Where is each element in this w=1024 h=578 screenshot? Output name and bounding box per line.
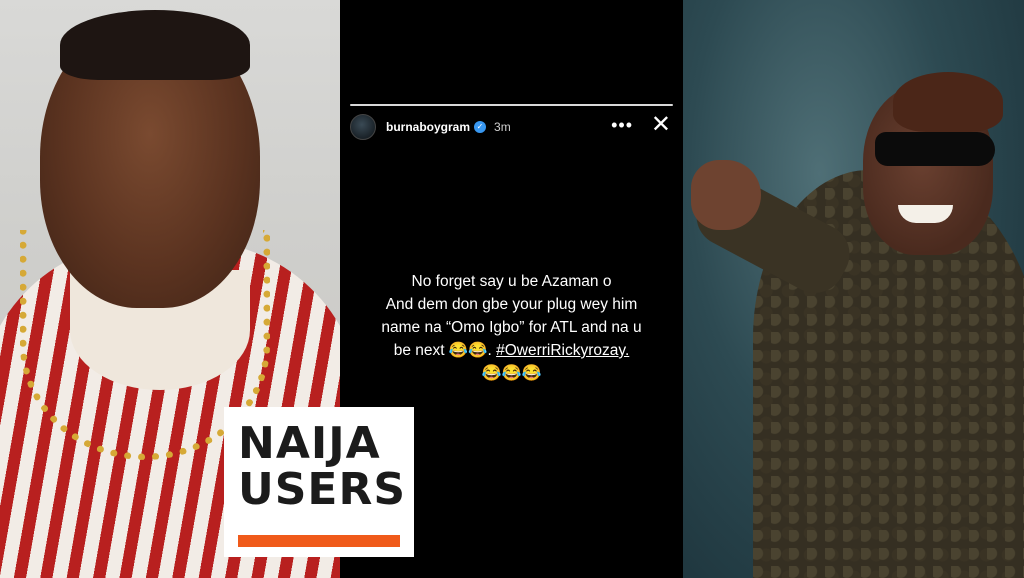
logo-line-2: USERS bbox=[238, 464, 407, 515]
story-time: 3m bbox=[494, 120, 511, 134]
avatar[interactable] bbox=[350, 114, 376, 140]
caption-line: No forget say u be Azaman o bbox=[411, 273, 612, 290]
caption-line: And dem don gbe your plug wey him bbox=[385, 296, 638, 313]
story-progress-bar bbox=[350, 104, 673, 106]
more-horizontal-icon[interactable]: ••• bbox=[611, 115, 633, 136]
hashtag-link[interactable]: #OwerriRickyrozay. bbox=[496, 342, 629, 359]
sunglasses bbox=[875, 132, 995, 166]
caption-line: be next 😂😂. #OwerriRickyrozay. bbox=[360, 339, 663, 362]
naija-users-logo: NAIJA USERS bbox=[224, 407, 414, 557]
close-icon[interactable]: ✕ bbox=[651, 112, 671, 138]
right-photo bbox=[683, 0, 1024, 578]
performer-hair bbox=[893, 72, 1003, 132]
man-hair bbox=[60, 10, 250, 80]
story-caption: No forget say u be Azaman o And dem don … bbox=[360, 270, 663, 385]
logo-line-1: NAIJA bbox=[238, 418, 381, 469]
logo-accent-bar bbox=[238, 535, 400, 547]
caption-line: name na “Omo Igbo” for ATL and na u bbox=[381, 319, 642, 336]
caption-text: be next 😂😂. bbox=[393, 342, 497, 359]
pointing-hand bbox=[691, 160, 761, 230]
caption-emojis: 😂😂😂 bbox=[481, 365, 542, 382]
story-header: burnaboygram ✓ 3m ••• ✕ bbox=[350, 112, 673, 142]
story-username[interactable]: burnaboygram bbox=[386, 120, 470, 134]
verified-badge-icon: ✓ bbox=[474, 121, 487, 133]
